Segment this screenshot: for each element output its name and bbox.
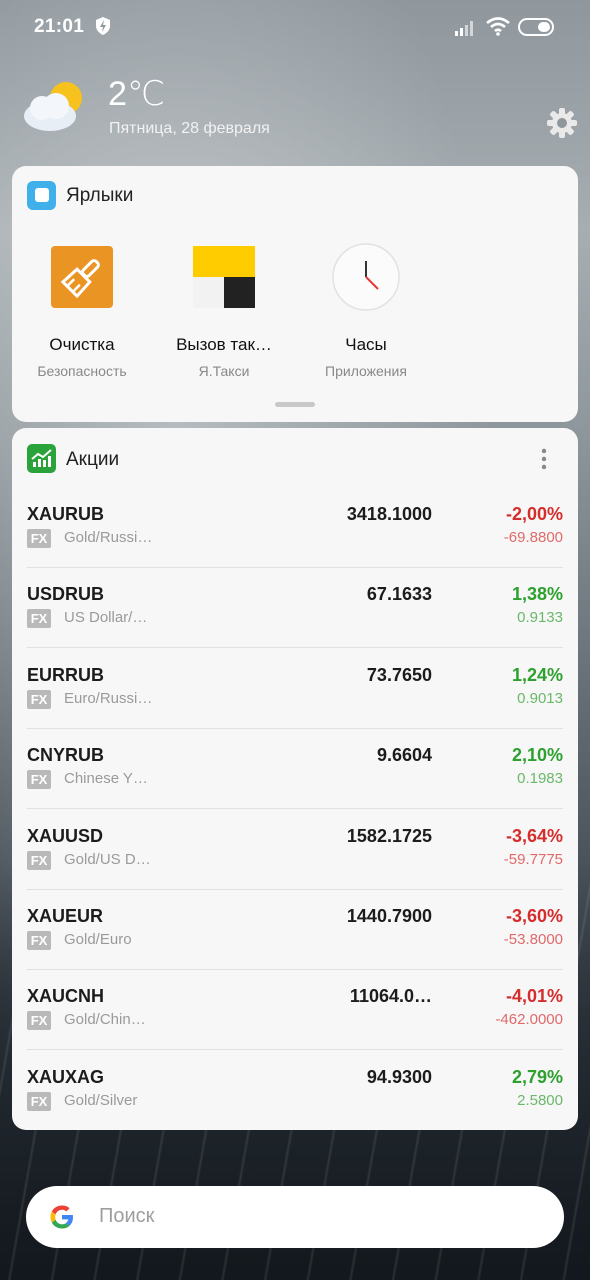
shortcut-name: Вызов так… — [176, 335, 272, 354]
stock-change-percent: 2,10% — [511, 745, 563, 765]
shortcut-name: Часы — [345, 335, 387, 354]
stock-symbol: XAUUSD — [27, 826, 104, 846]
stock-price: 9.6604 — [376, 745, 432, 765]
shortcuts-widget: Ярлыки Очистка Безопасность Вызов так… Я… — [12, 166, 578, 422]
stock-row[interactable]: XAUUSD FX Gold/US D… 1582.1725 -3,64% -59.777… — [27, 810, 563, 890]
stock-row[interactable]: USDRUB FX US Dollar/… 67.1633 1,38% 0.9133 — [27, 568, 563, 648]
fx-badge: FX — [27, 1011, 51, 1030]
stock-description: Gold/Russi… — [64, 529, 153, 546]
shortcut-clock[interactable]: Часы Приложения — [306, 243, 426, 379]
row-divider — [27, 1049, 563, 1050]
stock-description: Gold/Euro — [64, 931, 132, 948]
status-bar: 21:01 — [0, 0, 590, 56]
stocks-title: Акции — [66, 449, 120, 470]
stock-price: 11064.0… — [349, 986, 432, 1006]
shortcut-subtitle: Приложения — [325, 363, 407, 379]
weather-date: Пятница, 28 февраля — [109, 120, 270, 137]
stock-change-value: -69.8800 — [503, 529, 563, 546]
stocks-chart-icon — [27, 444, 56, 473]
temperature: 2℃ — [108, 75, 166, 113]
stock-change-percent: -3,64% — [505, 826, 563, 846]
stock-change-value: 0.1983 — [517, 770, 563, 787]
stock-symbol: XAURUB — [27, 504, 105, 524]
stock-change-percent: -2,00% — [505, 504, 563, 524]
expand-handle[interactable] — [275, 402, 315, 407]
fx-badge: FX — [27, 529, 51, 548]
row-divider — [27, 808, 563, 809]
stock-change-value: -59.7775 — [503, 851, 563, 868]
stock-row[interactable]: EURRUB FX Euro/Russi… 73.7650 1,24% 0.9013 — [27, 649, 563, 729]
google-icon — [50, 1205, 73, 1229]
stock-description: Gold/Chin… — [64, 1011, 146, 1028]
fx-badge: FX — [27, 690, 51, 709]
shortcuts-widget-icon — [27, 181, 56, 210]
shortcut-cleaner[interactable]: Очистка Безопасность — [22, 246, 142, 379]
fx-badge: FX — [27, 609, 51, 628]
broom-icon — [51, 246, 113, 308]
stock-change-value: 0.9133 — [517, 609, 563, 626]
row-divider — [27, 647, 563, 648]
fx-badge: FX — [27, 931, 51, 950]
stock-symbol: XAUXAG — [27, 1067, 105, 1087]
wifi-icon — [486, 17, 510, 36]
stock-description: Gold/US D… — [64, 851, 151, 868]
stock-symbol: XAUEUR — [27, 906, 104, 926]
stock-symbol: XAUCNH — [27, 986, 105, 1006]
stock-change-value: 2.5800 — [517, 1092, 563, 1109]
fx-badge: FX — [27, 1092, 51, 1111]
stock-price: 73.7650 — [366, 665, 432, 685]
stock-change-percent: -4,01% — [505, 986, 563, 1006]
search-placeholder: Поиск — [99, 1205, 155, 1227]
shortcut-subtitle: Безопасность — [37, 363, 127, 379]
stock-row[interactable]: CNYRUB FX Chinese Y… 9.6604 2,10% 0.1983 — [27, 729, 563, 809]
stocks-widget: Акции XAURUB FX Gold/Russi… 3418.1000 -2,00%… — [12, 428, 578, 1130]
stock-price: 94.9300 — [366, 1067, 432, 1087]
yandex-taxi-icon — [193, 246, 255, 308]
more-vert-icon[interactable] — [540, 448, 548, 470]
shortcut-subtitle: Я.Такси — [198, 363, 250, 379]
stock-row[interactable]: XAUCNH FX Gold/Chin… 11064.0… -4,01% -462.000… — [27, 970, 563, 1050]
stock-price: 3418.1000 — [346, 504, 432, 524]
signal-icon — [455, 21, 473, 36]
fx-badge: FX — [27, 851, 51, 870]
stock-price: 67.1633 — [366, 584, 432, 604]
stock-change-value: -462.0000 — [495, 1011, 563, 1028]
stock-row[interactable]: XAUEUR FX Gold/Euro 1440.7900 -3,60% -53.8000 — [27, 890, 563, 970]
stock-change-percent: 1,24% — [511, 665, 563, 685]
stock-change-percent: -3,60% — [505, 906, 563, 926]
stock-price: 1582.1725 — [346, 826, 432, 846]
stock-row[interactable]: XAURUB FX Gold/Russi… 3418.1000 -2,00% -69.88… — [27, 488, 563, 568]
stock-description: US Dollar/… — [64, 609, 148, 626]
stock-symbol: USDRUB — [27, 584, 105, 604]
partly-cloudy-icon — [24, 82, 82, 131]
status-time: 21:01 — [34, 16, 85, 37]
stock-price: 1440.7900 — [346, 906, 432, 926]
stock-change-percent: 1,38% — [511, 584, 563, 604]
stock-description: Gold/Silver — [64, 1092, 138, 1109]
stock-symbol: EURRUB — [27, 665, 105, 685]
stock-row[interactable]: XAUXAG FX Gold/Silver 94.9300 2,79% 2.5800 — [27, 1051, 563, 1131]
fx-badge: FX — [27, 770, 51, 789]
stock-symbol: CNYRUB — [27, 745, 105, 765]
gear-icon[interactable] — [546, 107, 578, 139]
stock-description: Chinese Y… — [64, 770, 148, 787]
shortcuts-title: Ярлыки — [66, 185, 134, 206]
stock-change-percent: 2,79% — [511, 1067, 563, 1087]
stock-change-value: 0.9013 — [517, 690, 563, 707]
charging-shield-icon — [96, 17, 110, 35]
shortcut-taxi[interactable]: Вызов так… Я.Такси — [164, 246, 284, 379]
shortcut-name: Очистка — [49, 335, 115, 354]
stock-change-value: -53.8000 — [503, 931, 563, 948]
search-bar[interactable]: Поиск — [26, 1186, 564, 1248]
battery-icon — [518, 18, 554, 36]
clock-icon — [332, 243, 400, 311]
stock-description: Euro/Russi… — [64, 690, 153, 707]
